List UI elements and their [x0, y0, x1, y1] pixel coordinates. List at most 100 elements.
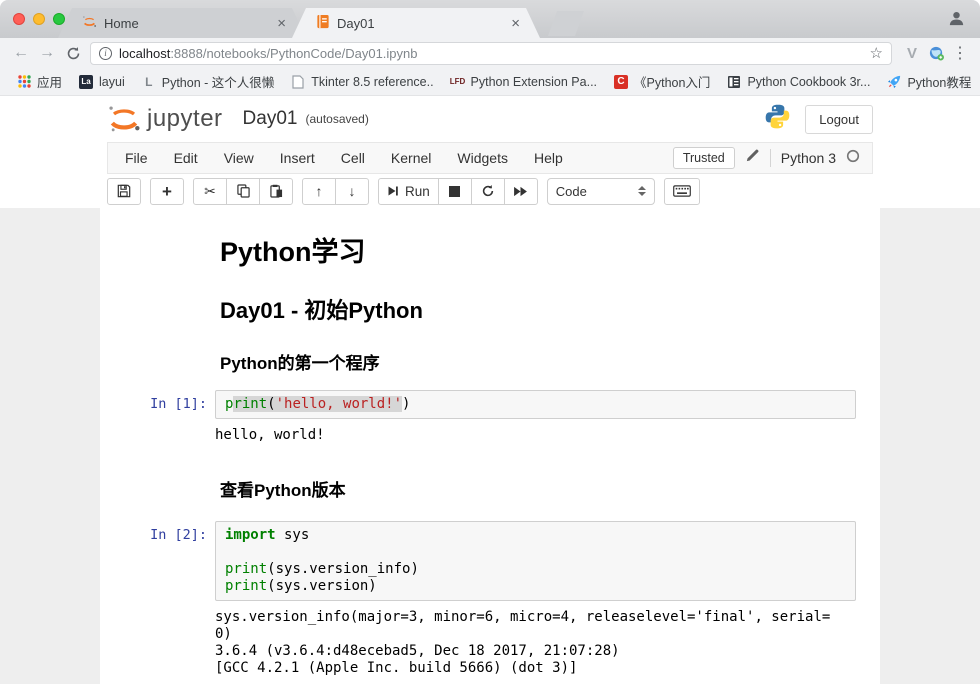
arrow-up-icon: ↑ [316, 184, 323, 198]
bookmark-star-icon[interactable]: ☆ [870, 44, 883, 62]
tab-home[interactable]: Home × [58, 8, 306, 38]
reload-icon[interactable] [60, 41, 86, 65]
notebook-page: Python学习 Day01 - 初始Python Python的第一个程序 I… [0, 208, 980, 684]
bookmark-item[interactable]: C 《Python入门 [607, 69, 716, 94]
profile-icon[interactable] [947, 9, 966, 33]
python-logo-icon [764, 103, 791, 135]
markdown-cell-h2[interactable]: Day01 - 初始Python [220, 293, 856, 325]
interrupt-kernel-button[interactable] [438, 178, 472, 205]
notebook-container: Python学习 Day01 - 初始Python Python的第一个程序 I… [100, 208, 880, 684]
copy-icon [237, 184, 250, 198]
move-cell-down-button[interactable]: ↓ [335, 178, 369, 205]
jupyter-header: jupyter Day01 (autosaved) Logout [0, 96, 980, 142]
fast-forward-icon [513, 186, 528, 197]
markdown-cell-h3[interactable]: 查看Python版本 [220, 476, 856, 501]
cut-cells-button[interactable]: ✂ [193, 178, 227, 205]
extension-v-icon[interactable]: V [900, 45, 924, 62]
markdown-cell-h3[interactable]: Python的第一个程序 [220, 349, 856, 374]
lfd-favicon: LFD [450, 74, 466, 90]
site-info-icon[interactable]: i [99, 47, 112, 60]
menu-edit[interactable]: Edit [161, 143, 211, 173]
menu-cell[interactable]: Cell [328, 143, 378, 173]
jupyter-logo-icon [82, 14, 97, 32]
code-cell-1[interactable]: In [1]: print('hello, world!') [112, 390, 856, 419]
cell-type-select[interactable]: Code [547, 178, 655, 205]
bookmark-item[interactable]: Python Cookbook 3r... [720, 71, 876, 93]
letter-favicon: L [141, 74, 157, 90]
run-button[interactable]: Run [378, 178, 439, 205]
command-palette-button[interactable] [664, 178, 700, 205]
bookmarks-bar: 应用 La layui L Python - 这个人很懒 Tkinter 8.5… [0, 68, 980, 96]
apps-grid-icon [16, 74, 32, 90]
address-bar: ← → i localhost:8888/notebooks/PythonCod… [0, 38, 980, 68]
zoom-window-button[interactable] [53, 13, 65, 25]
menu-help[interactable]: Help [521, 143, 576, 173]
step-forward-icon [387, 185, 399, 197]
edit-mode-pencil-icon [745, 148, 760, 168]
menu-kernel[interactable]: Kernel [378, 143, 444, 173]
trusted-button[interactable]: Trusted [673, 147, 735, 169]
bookmark-item[interactable]: Python教程 [880, 69, 977, 94]
output-area-1: hello, world! [112, 419, 856, 446]
menu-widgets[interactable]: Widgets [444, 143, 521, 173]
red-c-favicon: C [613, 74, 629, 90]
restart-run-all-button[interactable] [504, 178, 538, 205]
tab-title: Day01 [337, 16, 509, 31]
floppy-icon [117, 184, 131, 198]
bookmark-item[interactable]: Tkinter 8.5 reference.. [284, 71, 439, 93]
autosave-status: (autosaved) [305, 112, 368, 126]
menu-view[interactable]: View [211, 143, 267, 173]
rocket-icon [886, 74, 902, 90]
input-prompt: In [1]: [112, 390, 215, 419]
markdown-cell-h1[interactable]: Python学习 [220, 230, 856, 269]
output-text: hello, world! [215, 427, 856, 444]
jupyter-logo-text: jupyter [147, 105, 223, 133]
back-icon[interactable]: ← [8, 41, 34, 65]
output-prompt [112, 427, 215, 444]
kernel-name: Python 3 [781, 150, 836, 166]
bookmark-item[interactable]: La layui [72, 71, 131, 93]
bookmark-item[interactable]: L Python - 这个人很懒 [135, 69, 281, 94]
stop-icon [449, 186, 460, 197]
browser-menu-icon[interactable]: ⋮ [948, 43, 972, 63]
title-bar: Home × Day01 × [0, 0, 980, 38]
close-tab-icon[interactable]: × [275, 16, 288, 31]
scissors-icon: ✂ [204, 184, 216, 198]
notebook-title[interactable]: Day01 [243, 108, 298, 130]
extension-globe-icon[interactable] [924, 45, 948, 62]
book-lines-favicon [726, 74, 742, 90]
output-prompt [112, 609, 215, 677]
restart-icon [481, 184, 495, 198]
input-prompt: In [2]: [112, 521, 215, 601]
code-cell-2[interactable]: In [2]: import sys print(sys.version_inf… [112, 521, 856, 601]
keyboard-icon [673, 185, 691, 197]
new-tab-button[interactable] [548, 11, 584, 36]
select-arrows-icon [638, 186, 646, 196]
forward-icon[interactable]: → [34, 41, 60, 65]
copy-cells-button[interactable] [226, 178, 260, 205]
menu-insert[interactable]: Insert [267, 143, 328, 173]
notebook-book-icon [316, 14, 330, 32]
close-window-button[interactable] [13, 13, 25, 25]
document-icon [290, 74, 306, 90]
bookmark-item[interactable]: 应用 [10, 69, 68, 94]
restart-kernel-button[interactable] [471, 178, 505, 205]
minimize-window-button[interactable] [33, 13, 45, 25]
url-input[interactable]: i localhost:8888/notebooks/PythonCode/Da… [90, 42, 892, 65]
menu-bar: File Edit View Insert Cell Kernel Widget… [107, 142, 873, 174]
paste-cells-button[interactable] [259, 178, 293, 205]
bookmark-item[interactable]: LFD Python Extension Pa... [444, 71, 603, 93]
tab-day01[interactable]: Day01 × [292, 8, 540, 38]
add-cell-button[interactable]: + [150, 178, 184, 205]
move-cell-up-button[interactable]: ↑ [302, 178, 336, 205]
code-input[interactable]: print('hello, world!') [215, 390, 856, 419]
close-tab-icon[interactable]: × [509, 16, 522, 31]
browser-window: Home × Day01 × ← → [0, 0, 980, 684]
arrow-down-icon: ↓ [349, 184, 356, 198]
menu-file[interactable]: File [112, 143, 161, 173]
jupyter-logo-icon [107, 104, 141, 134]
code-input[interactable]: import sys print(sys.version_info) print… [215, 521, 856, 601]
jupyter-logo[interactable]: jupyter [107, 104, 223, 134]
logout-button[interactable]: Logout [805, 105, 873, 134]
save-button[interactable] [107, 178, 141, 205]
